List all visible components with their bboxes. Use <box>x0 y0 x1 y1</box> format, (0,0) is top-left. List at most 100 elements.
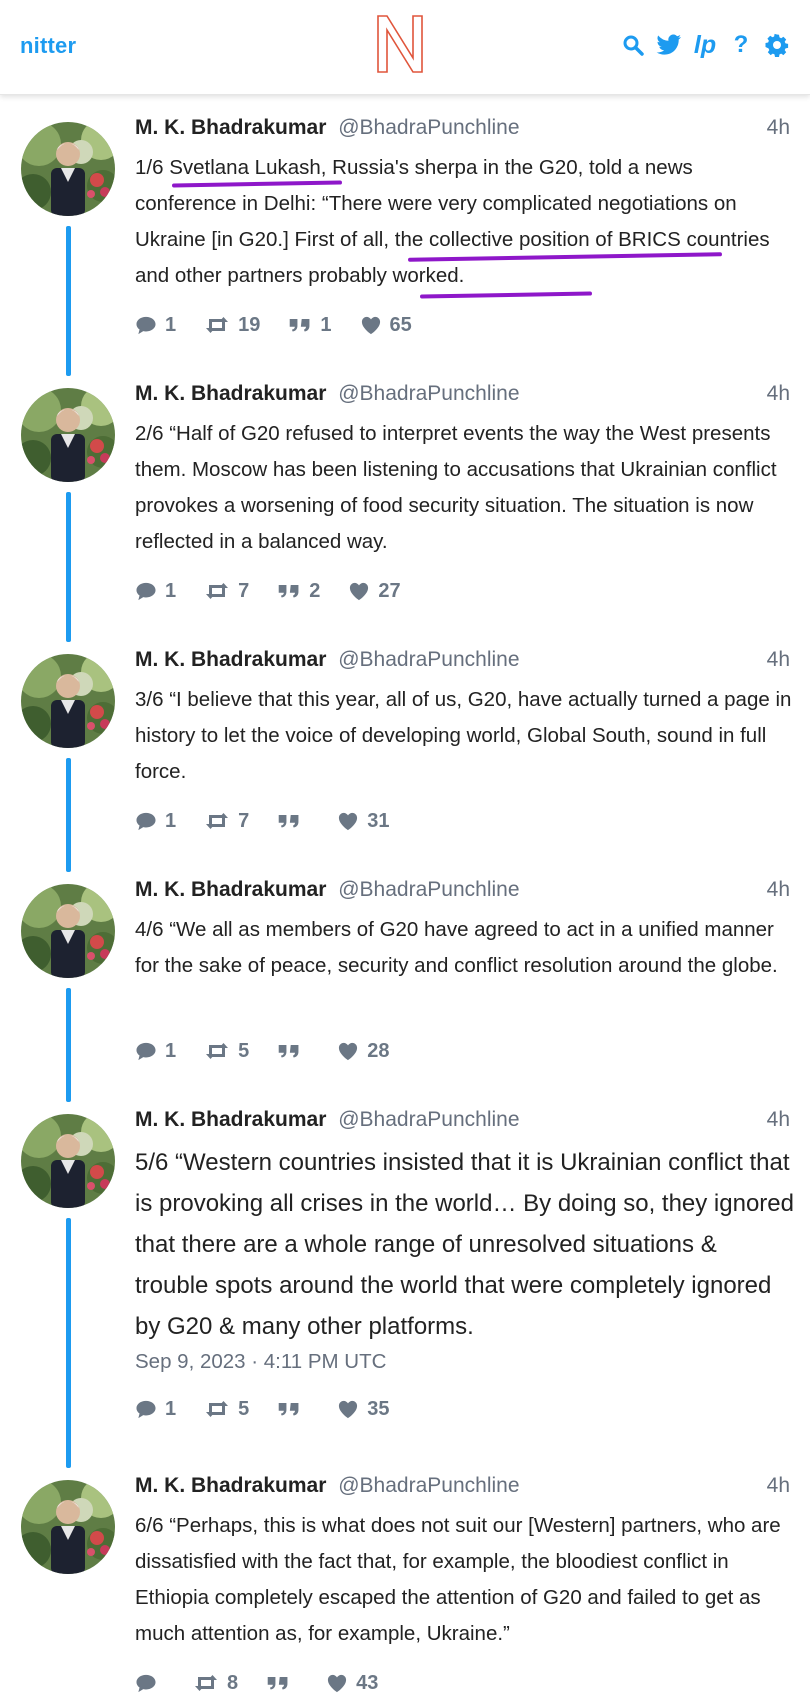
thread-line <box>66 226 71 376</box>
reply-stat[interactable] <box>135 1673 165 1693</box>
like-count: 65 <box>389 313 412 336</box>
reply-stat[interactable]: 1 <box>135 1398 176 1421</box>
tweet-time[interactable]: 4h <box>767 382 790 406</box>
tweet-header: M. K. Bhadrakumar @BhadraPunchline 4h <box>135 1474 790 1504</box>
tweet-time[interactable]: 4h <box>767 1474 790 1498</box>
avatar[interactable] <box>21 884 115 978</box>
retweet-stat[interactable]: 7 <box>204 810 249 833</box>
retweet-icon <box>204 1399 230 1419</box>
tweet[interactable]: M. K. Bhadrakumar @BhadraPunchline 4h 5/… <box>0 1092 810 1468</box>
tweet-content: 4/6 “We all as members of G20 have agree… <box>135 918 778 977</box>
tweet[interactable]: M. K. Bhadrakumar @BhadraPunchline 4h 2/… <box>0 366 810 642</box>
retweet-icon <box>204 581 230 601</box>
thread-line <box>66 1218 71 1468</box>
tweet-header: M. K. Bhadrakumar @BhadraPunchline 4h <box>135 116 790 146</box>
avatar[interactable] <box>21 388 115 482</box>
avatar[interactable] <box>21 122 115 216</box>
reply-icon <box>135 811 157 831</box>
retweet-stat[interactable]: 5 <box>204 1398 249 1421</box>
like-stat[interactable]: 65 <box>360 314 412 337</box>
username[interactable]: @BhadraPunchline <box>338 1474 519 1497</box>
tweet-content: 5/6 “Western countries insisted that it … <box>135 1149 794 1340</box>
quote-stat[interactable] <box>277 1042 309 1060</box>
tweet-header: M. K. Bhadrakumar @BhadraPunchline 4h <box>135 1108 790 1138</box>
search-icon[interactable] <box>620 32 646 58</box>
tweet-time[interactable]: 4h <box>767 878 790 902</box>
quote-icon <box>288 316 312 334</box>
fullname[interactable]: M. K. Bhadrakumar <box>135 878 326 901</box>
tweet[interactable]: M. K. Bhadrakumar @BhadraPunchline 4h 6/… <box>0 1458 810 1708</box>
tweet-stats: 1 7 31 <box>135 806 418 836</box>
tweet-date[interactable]: Sep 9, 2023 · 4:11 PM UTC <box>135 1350 386 1374</box>
retweet-stat[interactable]: 7 <box>204 580 249 603</box>
heart-icon <box>348 581 370 601</box>
settings-icon[interactable] <box>764 32 790 58</box>
tweet-time[interactable]: 4h <box>767 116 790 140</box>
reply-stat[interactable]: 1 <box>135 580 176 603</box>
heart-icon <box>337 811 359 831</box>
fullname[interactable]: M. K. Bhadrakumar <box>135 116 326 139</box>
heart-icon <box>326 1673 348 1693</box>
reply-stat[interactable]: 1 <box>135 1040 176 1063</box>
quote-icon <box>277 812 301 830</box>
reply-count: 1 <box>165 1397 177 1420</box>
quote-stat[interactable] <box>277 1400 309 1418</box>
avatar[interactable] <box>21 1114 115 1208</box>
quote-stat[interactable]: 1 <box>288 314 332 337</box>
like-stat[interactable]: 35 <box>337 1398 390 1421</box>
tweet[interactable]: M. K. Bhadrakumar @BhadraPunchline 4h 4/… <box>0 862 810 1102</box>
like-count: 27 <box>378 579 401 602</box>
lp-icon[interactable]: lp <box>692 31 718 59</box>
nitter-brand-link[interactable]: nitter <box>20 33 76 59</box>
logo-n-icon <box>377 15 423 73</box>
quote-icon <box>277 1400 301 1418</box>
retweet-stat[interactable]: 8 <box>193 1672 238 1695</box>
retweet-count: 7 <box>238 809 250 832</box>
tweet-time[interactable]: 4h <box>767 1108 790 1132</box>
reply-icon <box>135 1673 157 1693</box>
quote-stat[interactable] <box>277 812 309 830</box>
username[interactable]: @BhadraPunchline <box>338 1108 519 1131</box>
tweet-content: 3/6 “I believe that this year, all of us… <box>135 688 792 783</box>
quote-stat[interactable] <box>266 1674 298 1692</box>
retweet-stat[interactable]: 5 <box>204 1040 249 1063</box>
tweet[interactable]: M. K. Bhadrakumar @BhadraPunchline 4h 3/… <box>0 632 810 872</box>
tweet-time[interactable]: 4h <box>767 648 790 672</box>
twitter-icon[interactable] <box>656 32 682 58</box>
quote-icon <box>277 582 301 600</box>
fullname[interactable]: M. K. Bhadrakumar <box>135 382 326 405</box>
quote-stat[interactable]: 2 <box>277 580 320 603</box>
avatar[interactable] <box>21 654 115 748</box>
username[interactable]: @BhadraPunchline <box>338 648 519 671</box>
reply-count: 1 <box>165 809 177 832</box>
retweet-count: 19 <box>238 313 261 336</box>
retweet-stat[interactable]: 19 <box>204 314 260 337</box>
nitter-logo[interactable] <box>375 14 425 79</box>
like-stat[interactable]: 27 <box>348 579 401 603</box>
reply-stat[interactable]: 1 <box>135 314 176 337</box>
avatar[interactable] <box>21 1480 115 1574</box>
reply-stat[interactable]: 1 <box>135 810 176 833</box>
reply-icon <box>135 1399 157 1419</box>
tweet-header: M. K. Bhadrakumar @BhadraPunchline 4h <box>135 878 790 908</box>
like-count: 28 <box>367 1039 390 1062</box>
fullname[interactable]: M. K. Bhadrakumar <box>135 648 326 671</box>
fullname[interactable]: M. K. Bhadrakumar <box>135 1474 326 1497</box>
like-stat[interactable]: 28 <box>337 1039 390 1063</box>
retweet-count: 5 <box>238 1397 250 1420</box>
help-icon[interactable]: ? <box>728 31 754 58</box>
reply-count: 1 <box>165 313 177 336</box>
username[interactable]: @BhadraPunchline <box>338 878 519 901</box>
username[interactable]: @BhadraPunchline <box>338 382 519 405</box>
tweet-stats: 1 19 1 65 <box>135 310 440 340</box>
username[interactable]: @BhadraPunchline <box>338 116 519 139</box>
like-stat[interactable]: 43 <box>326 1672 378 1695</box>
nav-icons: lp ? <box>620 31 790 59</box>
retweet-icon <box>204 315 230 335</box>
like-stat[interactable]: 31 <box>337 810 390 833</box>
tweet-header: M. K. Bhadrakumar @BhadraPunchline 4h <box>135 648 790 678</box>
quote-icon <box>277 1042 301 1060</box>
tweet[interactable]: M. K. Bhadrakumar @BhadraPunchline 4h 1/… <box>0 100 810 376</box>
quote-count: 2 <box>309 579 321 602</box>
fullname[interactable]: M. K. Bhadrakumar <box>135 1108 326 1131</box>
